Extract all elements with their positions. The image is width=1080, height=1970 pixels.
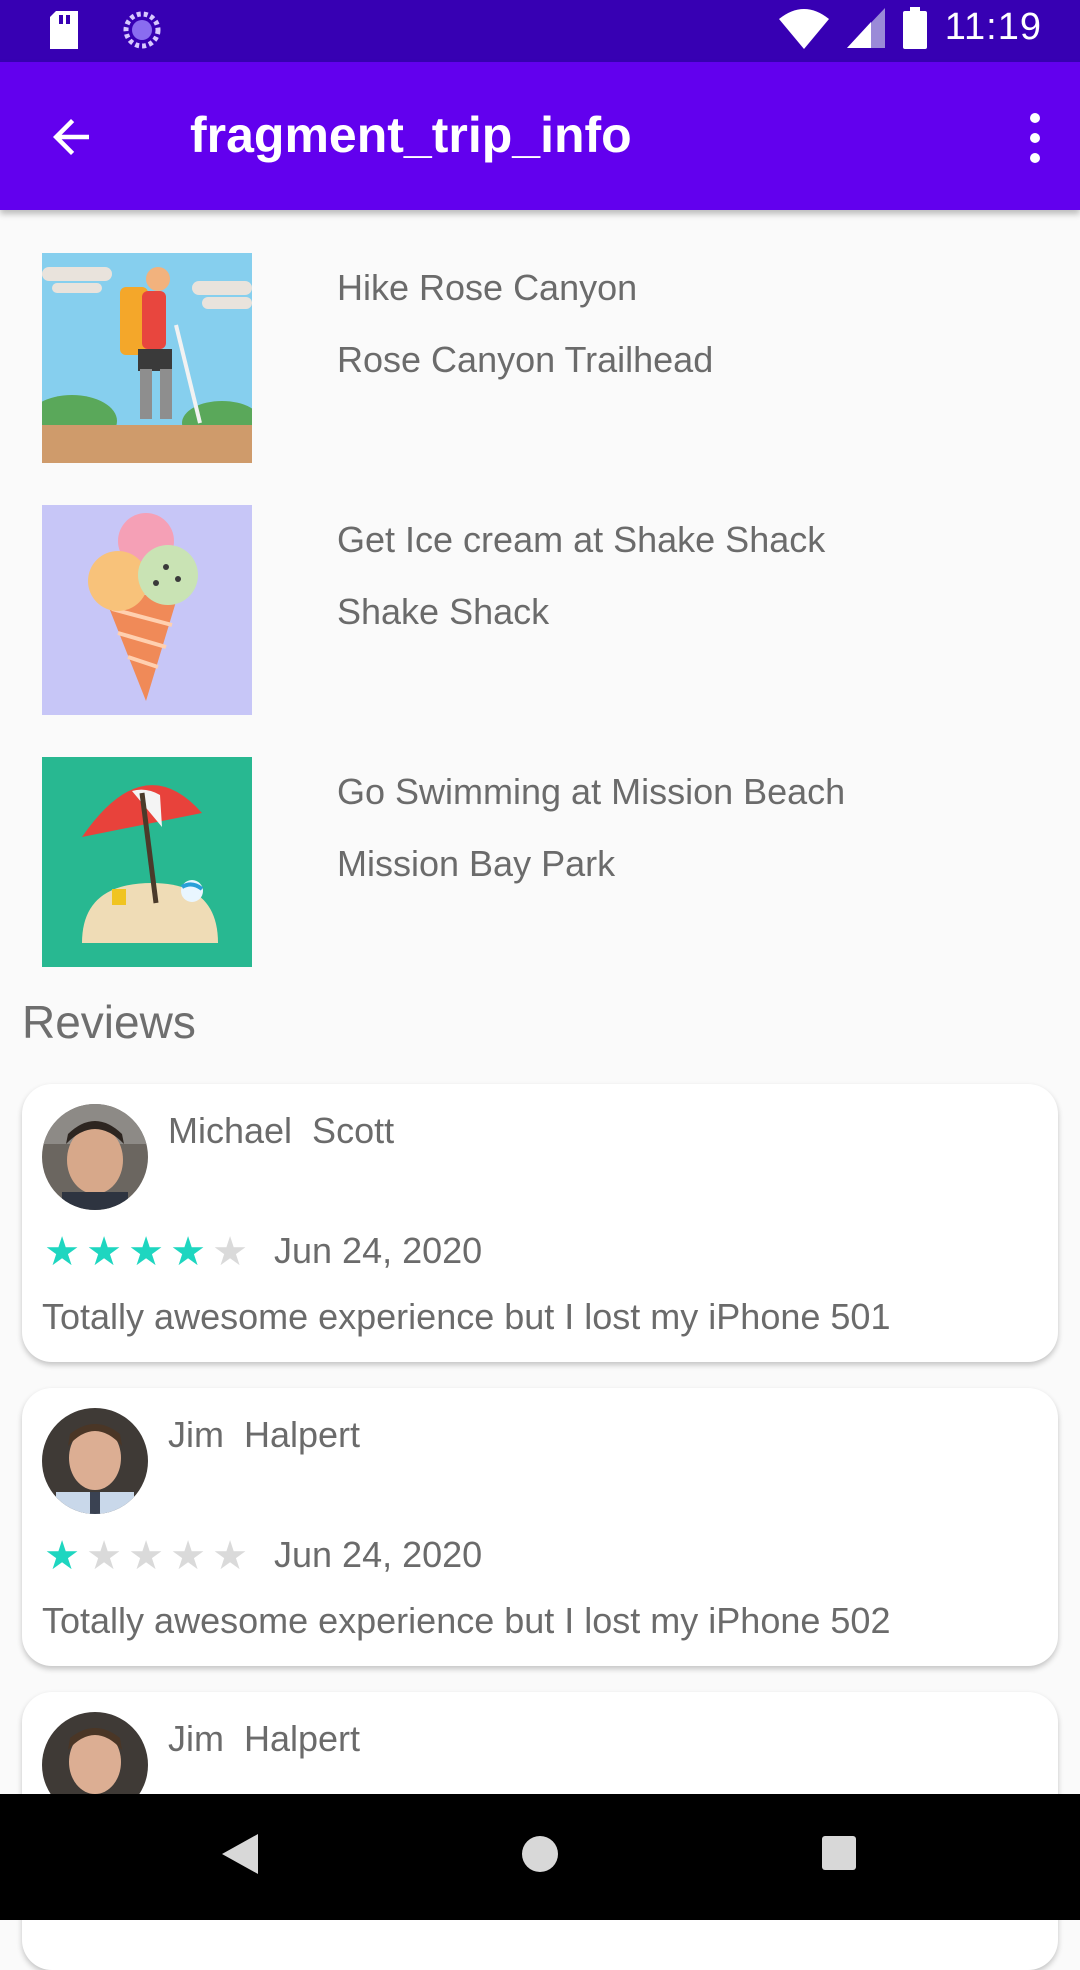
review-text: Totally awesome experience but I lost my… — [42, 1600, 891, 1641]
activity-item[interactable]: Hike Rose Canyon Rose Canyon Trailhead — [0, 253, 1080, 463]
reviewer-name: Jim Halpert — [168, 1414, 361, 1455]
back-arrow-icon[interactable] — [44, 110, 98, 164]
recents-square-icon[interactable] — [822, 1836, 856, 1870]
star-filled-icon: ★ — [128, 1230, 164, 1274]
review-date: Jun 24, 2020 — [274, 1534, 483, 1575]
star-empty-icon: ★ — [212, 1230, 248, 1274]
avatar — [42, 1104, 148, 1210]
activity-name: Hike Rose Canyon — [337, 267, 638, 308]
star-empty-icon: ★ — [170, 1534, 206, 1578]
activity-item[interactable]: Go Swimming at Mission Beach Mission Bay… — [0, 757, 1080, 967]
activity-item[interactable]: Get Ice cream at Shake Shack Shake Shack — [0, 505, 1080, 715]
review-date: Jun 24, 2020 — [274, 1230, 483, 1271]
star-empty-icon: ★ — [86, 1534, 122, 1578]
hiker-icon — [42, 253, 252, 463]
star-filled-icon: ★ — [44, 1534, 80, 1578]
navigation-bar — [0, 1794, 1080, 1920]
star-filled-icon: ★ — [170, 1230, 206, 1274]
status-time: 11:19 — [944, 6, 1042, 48]
app-bar: fragment_trip_info — [0, 62, 1080, 210]
star-empty-icon: ★ — [212, 1534, 248, 1578]
home-circle-icon[interactable] — [520, 1834, 560, 1874]
ice-cream-icon — [42, 505, 252, 715]
rating-stars: ★ ★ ★ ★ ★ — [44, 1232, 248, 1272]
sd-card-icon — [50, 11, 78, 49]
battery-icon — [902, 6, 927, 49]
review-text: Totally awesome experience but I lost my… — [42, 1296, 891, 1337]
reviews-heading: Reviews — [22, 996, 196, 1048]
review-card[interactable]: Jim Halpert ★ ★ ★ ★ ★ Jun 24, 2020 Totally a… — [22, 1388, 1058, 1666]
star-empty-icon: ★ — [128, 1534, 164, 1578]
avatar — [42, 1408, 148, 1514]
activity-name: Get Ice cream at Shake Shack — [337, 519, 826, 560]
review-card[interactable]: Michael Scott ★ ★ ★ ★ ★ Jun 24, 2020 Totally… — [22, 1084, 1058, 1362]
back-triangle-icon[interactable] — [222, 1834, 258, 1874]
page-title: fragment_trip_info — [190, 107, 632, 163]
rating-stars: ★ ★ ★ ★ ★ — [44, 1536, 248, 1576]
beach-umbrella-icon — [42, 757, 252, 967]
cell-signal-icon — [846, 7, 885, 48]
star-filled-icon: ★ — [86, 1230, 122, 1274]
wifi-icon — [778, 8, 829, 49]
activity-name: Go Swimming at Mission Beach — [337, 771, 846, 812]
reviewer-name: Michael Scott — [168, 1110, 395, 1151]
status-bar: 11:19 — [0, 0, 1080, 62]
reviewer-name: Jim Halpert — [168, 1718, 361, 1759]
star-filled-icon: ★ — [44, 1230, 80, 1274]
activity-place: Shake Shack — [337, 591, 550, 632]
sync-icon — [123, 11, 161, 49]
activity-place: Rose Canyon Trailhead — [337, 339, 714, 380]
activity-place: Mission Bay Park — [337, 843, 616, 884]
overflow-menu-icon[interactable] — [1020, 108, 1050, 168]
